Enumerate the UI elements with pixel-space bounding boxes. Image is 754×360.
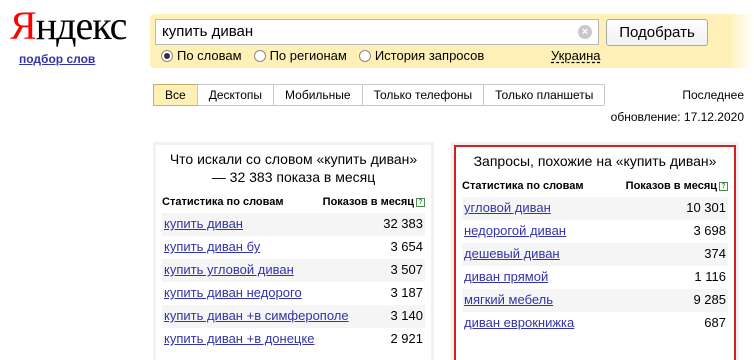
table-row: купить диван бу 3 654 [162, 236, 425, 259]
impressions-count: 3 187 [390, 285, 423, 300]
last-updated: Последнее обновление: 17.12.2020 [611, 84, 744, 128]
col-count-header: Показов в месяц [322, 196, 414, 208]
table-row: дешевый диван 374 [462, 243, 728, 266]
col-phrase-header: Статистика по словам [162, 196, 284, 208]
col-phrase-header: Статистика по словам [462, 180, 584, 192]
phrase-link[interactable]: купить диван [164, 216, 243, 232]
yandex-logo[interactable]: Яндекс [10, 3, 128, 48]
panel-title: Что искали со словом «купить диван» — 32… [169, 151, 418, 185]
impressions-count: 1 116 [694, 269, 726, 284]
last-updated-line2: обновление: 17.12.2020 [610, 110, 744, 124]
region-selector[interactable]: Украина [551, 48, 601, 63]
help-icon[interactable]: ? [416, 197, 425, 207]
logo-rest: ндекс [35, 3, 128, 48]
search-input[interactable]: купить диван × [155, 19, 599, 45]
impressions-count: 374 [704, 246, 726, 261]
phrase-link[interactable]: купить угловой диван [164, 262, 294, 278]
tab-phones-only[interactable]: Только телефоны [361, 85, 484, 105]
phrase-link[interactable]: купить диван +в симферополе [164, 308, 349, 324]
phrase-link[interactable]: диван еврокнижка [464, 315, 574, 331]
impressions-count: 3 654 [390, 239, 423, 254]
impressions-count: 3 507 [390, 262, 423, 277]
impressions-count: 3 140 [390, 308, 423, 323]
radio-history[interactable]: История запросов [358, 48, 485, 63]
table-row: купить диван +в симферополе 3 140 [162, 305, 425, 328]
submit-button[interactable]: Подобрать [606, 19, 708, 46]
phrase-link[interactable]: угловой диван [464, 200, 551, 216]
radio-dot-icon [161, 49, 173, 62]
radio-label: По регионам [269, 48, 347, 63]
service-name-link[interactable]: подбор слов [19, 52, 95, 66]
logo-first-letter: Я [10, 3, 37, 48]
radio-label: История запросов [374, 48, 485, 63]
search-bar: купить диван × Подобрать По словам По ре… [150, 14, 754, 68]
panel-title: Запросы, похожие на «купить диван» [473, 153, 717, 169]
phrase-link[interactable]: купить диван +в донецке [164, 331, 314, 347]
radio-dot-icon [253, 49, 266, 62]
table-row: купить диван 32 383 [162, 213, 425, 236]
similar-queries-panel: Запросы, похожие на «купить диван» Стати… [451, 142, 739, 360]
table-row: диван прямой 1 116 [462, 266, 728, 289]
radio-by-regions[interactable]: По регионам [253, 48, 347, 63]
device-tabs: Все Десктопы Мобильные Только телефоны Т… [153, 84, 606, 106]
table-row: купить угловой диван 3 507 [162, 259, 425, 282]
clear-icon[interactable]: × [578, 25, 592, 39]
search-bar-fade [728, 14, 754, 68]
radio-dot-icon [358, 49, 371, 62]
impressions-count: 9 285 [693, 292, 726, 307]
phrase-link[interactable]: диван прямой [464, 269, 548, 285]
tab-desktops[interactable]: Десктопы [196, 85, 274, 105]
table-row: мягкий мебель 9 285 [462, 289, 728, 312]
table-row: купить диван +в донецке 2 921 [162, 328, 425, 351]
phrase-link[interactable]: недорогой диван [464, 223, 566, 239]
phrase-link[interactable]: мягкий мебель [464, 292, 553, 308]
radio-label: По словам [177, 48, 242, 63]
table-row: недорогой диван 3 698 [462, 220, 728, 243]
impressions-count: 10 301 [686, 200, 726, 215]
tab-tablets-only[interactable]: Только планшеты [483, 85, 605, 105]
search-query: купить диван [162, 23, 254, 40]
phrase-link[interactable]: купить диван бу [164, 239, 260, 255]
help-icon[interactable]: ? [719, 181, 728, 191]
tab-all[interactable]: Все [153, 84, 198, 106]
table-row: угловой диван 10 301 [462, 197, 728, 220]
table-row: купить диван недорого 3 187 [162, 282, 425, 305]
impressions-count: 32 383 [383, 216, 423, 231]
search-mode-radios: По словам По регионам История запросов [161, 48, 496, 63]
table-row: диван еврокнижка 687 [462, 312, 728, 335]
radio-by-words[interactable]: По словам [161, 48, 242, 63]
impressions-count: 687 [704, 315, 726, 330]
tab-mobile[interactable]: Мобильные [273, 85, 362, 105]
last-updated-line1: Последнее [682, 88, 744, 102]
with-word-panel: Что искали со словом «купить диван» — 32… [153, 142, 434, 360]
column-headers: Статистика по словам Показов в месяц? [462, 178, 728, 197]
phrase-link[interactable]: купить диван недорого [164, 285, 302, 301]
phrase-link[interactable]: дешевый диван [464, 246, 560, 262]
impressions-count: 2 921 [390, 331, 423, 346]
impressions-count: 3 698 [693, 223, 726, 238]
column-headers: Статистика по словам Показов в месяц? [162, 194, 425, 213]
col-count-header: Показов в месяц [625, 180, 717, 192]
